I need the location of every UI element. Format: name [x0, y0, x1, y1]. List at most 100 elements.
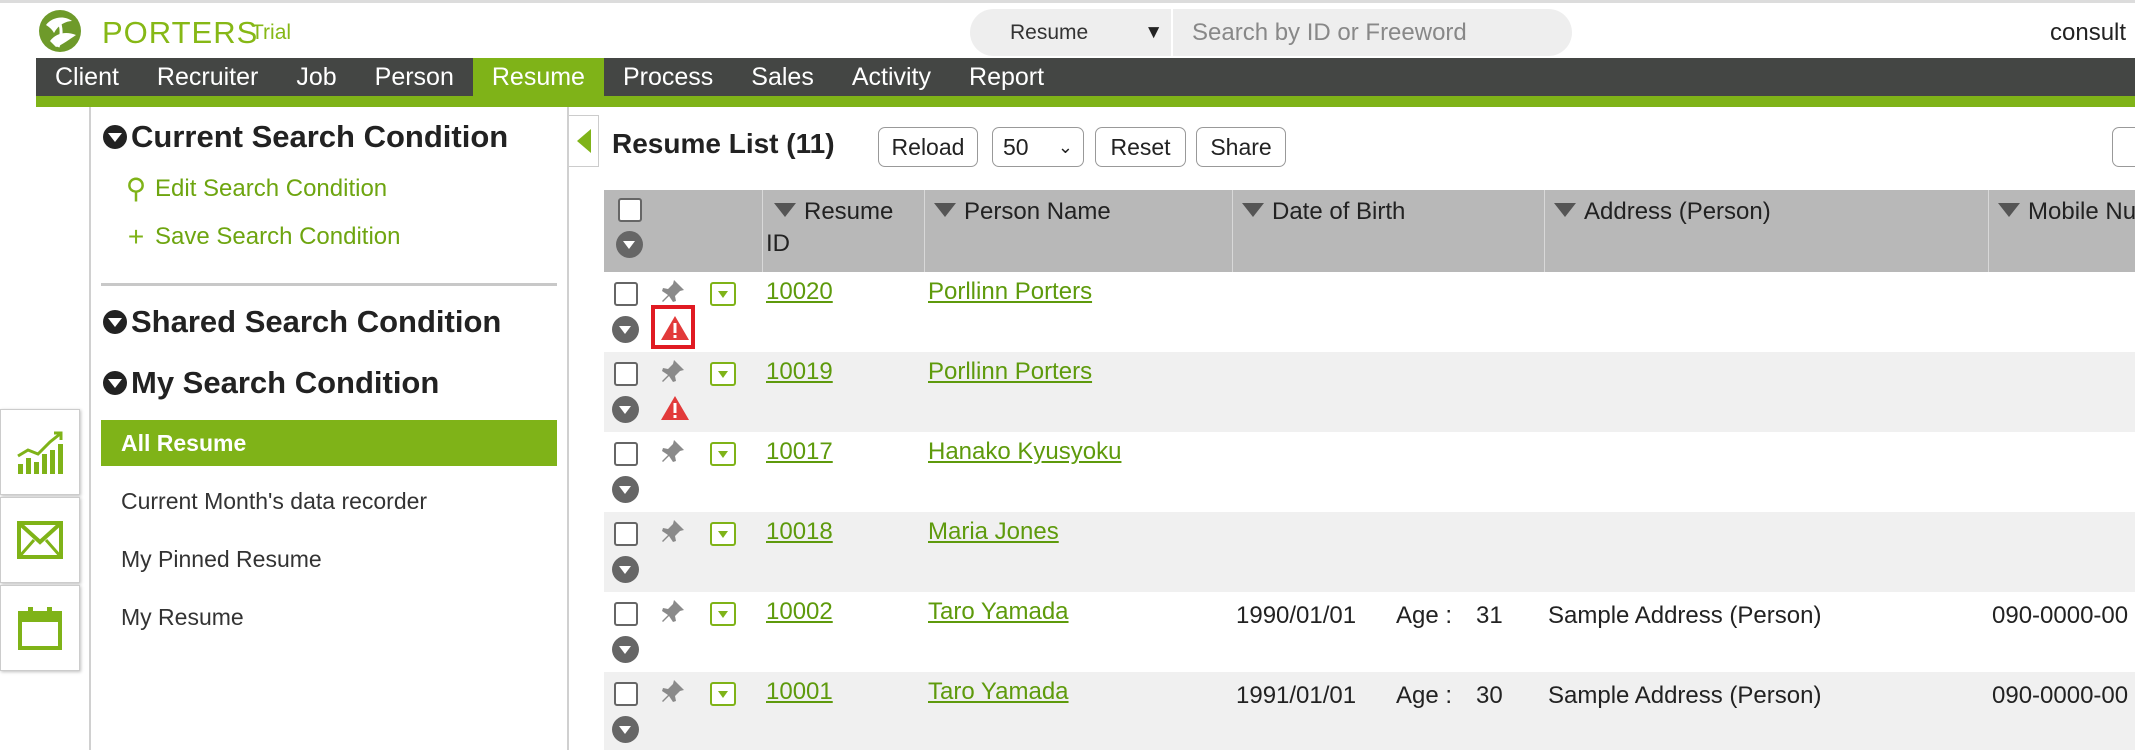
dropdown-arrow-icon: ▼ — [1144, 21, 1163, 43]
header-actions-toggle-icon[interactable] — [616, 231, 643, 258]
row-checkbox[interactable] — [614, 522, 638, 546]
page-size-select[interactable]: 50 ⌄ — [992, 127, 1084, 167]
share-button[interactable]: Share — [1196, 127, 1286, 167]
main-nav: Client Recruiter Job Person Resume Proce… — [36, 58, 2135, 96]
more-button[interactable] — [2112, 127, 2135, 167]
reset-button[interactable]: Reset — [1095, 127, 1186, 167]
search-input[interactable] — [1176, 9, 1566, 56]
nav-item-activity[interactable]: Activity — [833, 58, 950, 96]
condition-my-pinned-resume[interactable]: My Pinned Resume — [101, 536, 557, 582]
nav-item-client[interactable]: Client — [36, 58, 138, 96]
condition-my-resume[interactable]: My Resume — [101, 594, 557, 640]
row-checkbox[interactable] — [614, 282, 638, 306]
resume-id-link[interactable]: 10020 — [766, 278, 833, 306]
column-header-date-of-birth[interactable]: Date of Birth — [1234, 190, 1534, 272]
edit-search-condition-link[interactable]: ⚲ Edit Search Condition — [123, 172, 387, 205]
nav-item-person[interactable]: Person — [356, 58, 473, 96]
page-size-value: 50 — [1003, 133, 1029, 160]
chart-widget-button[interactable] — [0, 409, 80, 495]
condition-current-month[interactable]: Current Month's data recorder — [101, 478, 557, 524]
my-search-condition-title: My Search Condition — [131, 365, 440, 400]
person-name-link[interactable]: Porllinn Porters — [928, 358, 1092, 386]
shared-search-condition-header[interactable]: Shared Search Condition — [103, 304, 501, 340]
table-row: 10017 Hanako Kyusyoku — [604, 432, 2135, 512]
pin-icon[interactable] — [660, 678, 686, 704]
user-name[interactable]: consult — [2050, 19, 2126, 47]
search-condition-panel: Current Search Condition ⚲ Edit Search C… — [91, 107, 569, 750]
row-menu-dropdown-icon[interactable] — [710, 442, 736, 466]
row-menu-dropdown-icon[interactable] — [710, 602, 736, 626]
row-menu-dropdown-icon[interactable] — [710, 282, 736, 306]
row-actions-toggle-icon[interactable] — [612, 316, 639, 343]
search-scope-value: Resume — [1010, 20, 1089, 44]
person-name-link[interactable]: Taro Yamada — [928, 678, 1069, 706]
warning-icon[interactable] — [660, 394, 690, 422]
shared-search-condition-title: Shared Search Condition — [131, 304, 502, 339]
pin-icon[interactable] — [660, 518, 686, 544]
column-separator — [1988, 190, 1989, 272]
edit-search-condition-label: Edit Search Condition — [155, 174, 388, 202]
save-search-condition-link[interactable]: + Save Search Condition — [123, 221, 401, 253]
plus-icon: + — [127, 221, 145, 252]
resume-id-link[interactable]: 10018 — [766, 518, 833, 546]
date-of-birth: 1990/01/01 — [1236, 602, 1357, 629]
row-checkbox[interactable] — [614, 442, 638, 466]
row-menu-dropdown-icon[interactable] — [710, 362, 736, 386]
person-name-link[interactable]: Taro Yamada — [928, 598, 1069, 626]
pin-icon[interactable] — [660, 598, 686, 624]
row-actions-toggle-icon[interactable] — [612, 716, 639, 743]
column-header-person-name-label: Person Name — [964, 198, 1111, 225]
row-actions-toggle-icon[interactable] — [612, 476, 639, 503]
nav-underline — [36, 96, 2135, 107]
column-separator — [762, 190, 763, 272]
panel-collapse-toggle[interactable] — [569, 115, 599, 167]
app-root: PORTERS Trial Resume ▼ consult Client Re… — [0, 0, 2135, 750]
nav-item-report[interactable]: Report — [950, 58, 1063, 96]
person-name-link[interactable]: Hanako Kyusyoku — [928, 438, 1121, 466]
pin-icon[interactable] — [660, 278, 686, 304]
condition-all-resume[interactable]: All Resume — [101, 420, 557, 466]
age-value: 30 — [1476, 682, 1503, 709]
sort-icon — [774, 203, 796, 217]
column-header-person-name[interactable]: Person Name — [926, 190, 1226, 272]
column-header-resume-id[interactable]: Resume ID — [764, 190, 914, 272]
column-header-address[interactable]: Address (Person) — [1546, 190, 1976, 272]
nav-item-sales[interactable]: Sales — [732, 58, 833, 96]
search-scope-select[interactable]: Resume ▼ — [970, 9, 1173, 56]
row-checkbox[interactable] — [614, 682, 638, 706]
nav-item-resume[interactable]: Resume — [472, 58, 604, 96]
calendar-widget-button[interactable] — [0, 585, 80, 671]
age-label: Age : — [1396, 602, 1453, 629]
nav-item-recruiter[interactable]: Recruiter — [138, 58, 277, 96]
row-menu-dropdown-icon[interactable] — [710, 682, 736, 706]
nav-item-process[interactable]: Process — [604, 58, 732, 96]
column-header-address-label: Address (Person) — [1584, 198, 1771, 225]
resume-id-link[interactable]: 10002 — [766, 598, 833, 626]
person-name-link[interactable]: Maria Jones — [928, 518, 1059, 546]
row-checkbox[interactable] — [614, 602, 638, 626]
pin-icon[interactable] — [660, 438, 686, 464]
resume-id-link[interactable]: 10017 — [766, 438, 833, 466]
nav-item-job[interactable]: Job — [277, 58, 355, 96]
porters-logo-icon[interactable] — [36, 7, 84, 55]
row-actions-toggle-icon[interactable] — [612, 396, 639, 423]
address-value: Sample Address (Person) — [1548, 602, 1822, 629]
table-row: 10018 Maria Jones — [604, 512, 2135, 592]
reload-button[interactable]: Reload — [878, 127, 978, 167]
mail-widget-button[interactable] — [0, 497, 80, 583]
row-checkbox[interactable] — [614, 362, 638, 386]
row-actions-toggle-icon[interactable] — [612, 556, 639, 583]
column-header-mobile[interactable]: Mobile Nu — [1990, 190, 2135, 272]
my-search-condition-header[interactable]: My Search Condition — [103, 365, 439, 401]
select-all-checkbox[interactable] — [618, 198, 642, 222]
column-header-mobile-label: Mobile Nu — [2028, 198, 2135, 225]
chart-icon — [17, 431, 63, 474]
resume-id-link[interactable]: 10001 — [766, 678, 833, 706]
row-actions-toggle-icon[interactable] — [612, 636, 639, 663]
current-search-condition-header[interactable]: Current Search Condition — [103, 119, 508, 155]
resume-id-link[interactable]: 10019 — [766, 358, 833, 386]
column-separator — [1232, 190, 1233, 272]
row-menu-dropdown-icon[interactable] — [710, 522, 736, 546]
person-name-link[interactable]: Porllinn Porters — [928, 278, 1092, 306]
pin-icon[interactable] — [660, 358, 686, 384]
